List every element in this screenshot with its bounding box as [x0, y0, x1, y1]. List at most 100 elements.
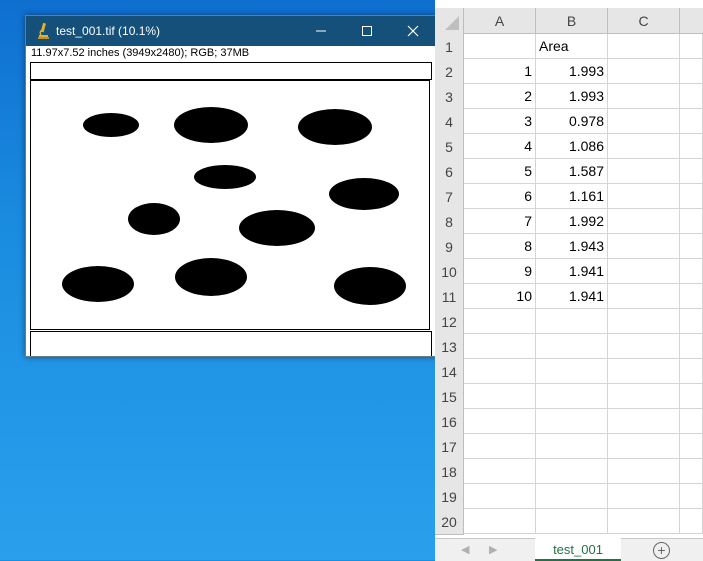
row-header-20[interactable]: 20 — [435, 509, 464, 535]
cell-c19[interactable] — [608, 484, 680, 509]
cell-d7[interactable] — [680, 184, 703, 209]
cell-d5[interactable] — [680, 134, 703, 159]
cell-c16[interactable] — [608, 409, 680, 434]
column-header-d[interactable] — [680, 8, 703, 34]
row-header-1[interactable]: 1 — [435, 34, 464, 60]
cell-a10[interactable]: 9 — [464, 259, 536, 284]
cell-a3[interactable]: 2 — [464, 84, 536, 109]
cell-d9[interactable] — [680, 234, 703, 259]
row-header-6[interactable]: 6 — [435, 159, 464, 185]
cell-c13[interactable] — [608, 334, 680, 359]
cell-d17[interactable] — [680, 434, 703, 459]
row-header-3[interactable]: 3 — [435, 84, 464, 110]
cell-d6[interactable] — [680, 159, 703, 184]
cell-c17[interactable] — [608, 434, 680, 459]
cell-d1[interactable] — [680, 34, 703, 59]
cell-c2[interactable] — [608, 59, 680, 84]
scroll-left-icon[interactable]: ◀ — [461, 543, 469, 556]
cell-c11[interactable] — [608, 284, 680, 309]
cell-a13[interactable] — [464, 334, 536, 359]
close-button[interactable] — [390, 16, 436, 46]
cell-b18[interactable] — [536, 459, 608, 484]
cell-c5[interactable] — [608, 134, 680, 159]
maximize-button[interactable] — [344, 16, 390, 46]
row-header-10[interactable]: 10 — [435, 259, 464, 285]
cell-b16[interactable] — [536, 409, 608, 434]
cell-a2[interactable]: 1 — [464, 59, 536, 84]
cell-b13[interactable] — [536, 334, 608, 359]
cell-d16[interactable] — [680, 409, 703, 434]
select-all-corner[interactable] — [435, 8, 464, 35]
row-header-13[interactable]: 13 — [435, 334, 464, 360]
cell-b6[interactable]: 1.587 — [536, 159, 608, 184]
cell-a1[interactable] — [464, 34, 536, 59]
cell-a14[interactable] — [464, 359, 536, 384]
cell-c10[interactable] — [608, 259, 680, 284]
scroll-right-icon[interactable]: ▶ — [489, 543, 497, 556]
cell-c9[interactable] — [608, 234, 680, 259]
cell-c4[interactable] — [608, 109, 680, 134]
row-header-18[interactable]: 18 — [435, 459, 464, 485]
cell-c6[interactable] — [608, 159, 680, 184]
cell-d11[interactable] — [680, 284, 703, 309]
cell-c20[interactable] — [608, 509, 680, 534]
cell-a7[interactable]: 6 — [464, 184, 536, 209]
cell-b4[interactable]: 0.978 — [536, 109, 608, 134]
cell-c15[interactable] — [608, 384, 680, 409]
cell-b5[interactable]: 1.086 — [536, 134, 608, 159]
image-canvas[interactable] — [30, 80, 430, 330]
row-header-9[interactable]: 9 — [435, 234, 464, 260]
cell-a11[interactable]: 10 — [464, 284, 536, 309]
cell-d15[interactable] — [680, 384, 703, 409]
row-header-4[interactable]: 4 — [435, 109, 464, 135]
cell-d19[interactable] — [680, 484, 703, 509]
cell-b9[interactable]: 1.943 — [536, 234, 608, 259]
cell-b11[interactable]: 1.941 — [536, 284, 608, 309]
cell-b8[interactable]: 1.992 — [536, 209, 608, 234]
cell-a4[interactable]: 3 — [464, 109, 536, 134]
row-header-12[interactable]: 12 — [435, 309, 464, 335]
cell-b20[interactable] — [536, 509, 608, 534]
cell-a5[interactable]: 4 — [464, 134, 536, 159]
cell-a12[interactable] — [464, 309, 536, 334]
row-header-11[interactable]: 11 — [435, 284, 464, 310]
column-header-c[interactable]: C — [608, 8, 680, 34]
cell-d3[interactable] — [680, 84, 703, 109]
cell-d12[interactable] — [680, 309, 703, 334]
cell-b17[interactable] — [536, 434, 608, 459]
cell-d4[interactable] — [680, 109, 703, 134]
imagej-image-window[interactable]: test_001.tif (10.1%) 11.97x7.52 inches (… — [25, 15, 437, 357]
row-header-14[interactable]: 14 — [435, 359, 464, 385]
row-header-2[interactable]: 2 — [435, 59, 464, 85]
cell-c18[interactable] — [608, 459, 680, 484]
cell-b10[interactable]: 1.941 — [536, 259, 608, 284]
cell-a18[interactable] — [464, 459, 536, 484]
window-titlebar[interactable]: test_001.tif (10.1%) — [26, 16, 436, 46]
cell-a20[interactable] — [464, 509, 536, 534]
cell-a8[interactable]: 7 — [464, 209, 536, 234]
column-header-a[interactable]: A — [464, 8, 536, 34]
excel-window[interactable]: A B C 1 Area 2 1 1.993 3 2 1.993 4 3 0.9… — [435, 0, 703, 561]
cell-c3[interactable] — [608, 84, 680, 109]
cell-b7[interactable]: 1.161 — [536, 184, 608, 209]
cell-d14[interactable] — [680, 359, 703, 384]
cell-b15[interactable] — [536, 384, 608, 409]
cell-d13[interactable] — [680, 334, 703, 359]
sheet-tab-test-001[interactable]: test_001 — [535, 538, 621, 561]
row-header-5[interactable]: 5 — [435, 134, 464, 160]
cell-c1[interactable] — [608, 34, 680, 59]
cell-a9[interactable]: 8 — [464, 234, 536, 259]
cell-d20[interactable] — [680, 509, 703, 534]
cell-a16[interactable] — [464, 409, 536, 434]
add-sheet-icon[interactable]: + — [653, 542, 670, 559]
spreadsheet-grid[interactable]: 1 Area 2 1 1.993 3 2 1.993 4 3 0.978 5 4… — [435, 34, 703, 535]
row-header-7[interactable]: 7 — [435, 184, 464, 210]
cell-b1[interactable]: Area — [536, 34, 608, 59]
cell-a19[interactable] — [464, 484, 536, 509]
cell-b2[interactable]: 1.993 — [536, 59, 608, 84]
row-header-8[interactable]: 8 — [435, 209, 464, 235]
cell-d10[interactable] — [680, 259, 703, 284]
cell-a17[interactable] — [464, 434, 536, 459]
row-header-17[interactable]: 17 — [435, 434, 464, 460]
cell-a6[interactable]: 5 — [464, 159, 536, 184]
